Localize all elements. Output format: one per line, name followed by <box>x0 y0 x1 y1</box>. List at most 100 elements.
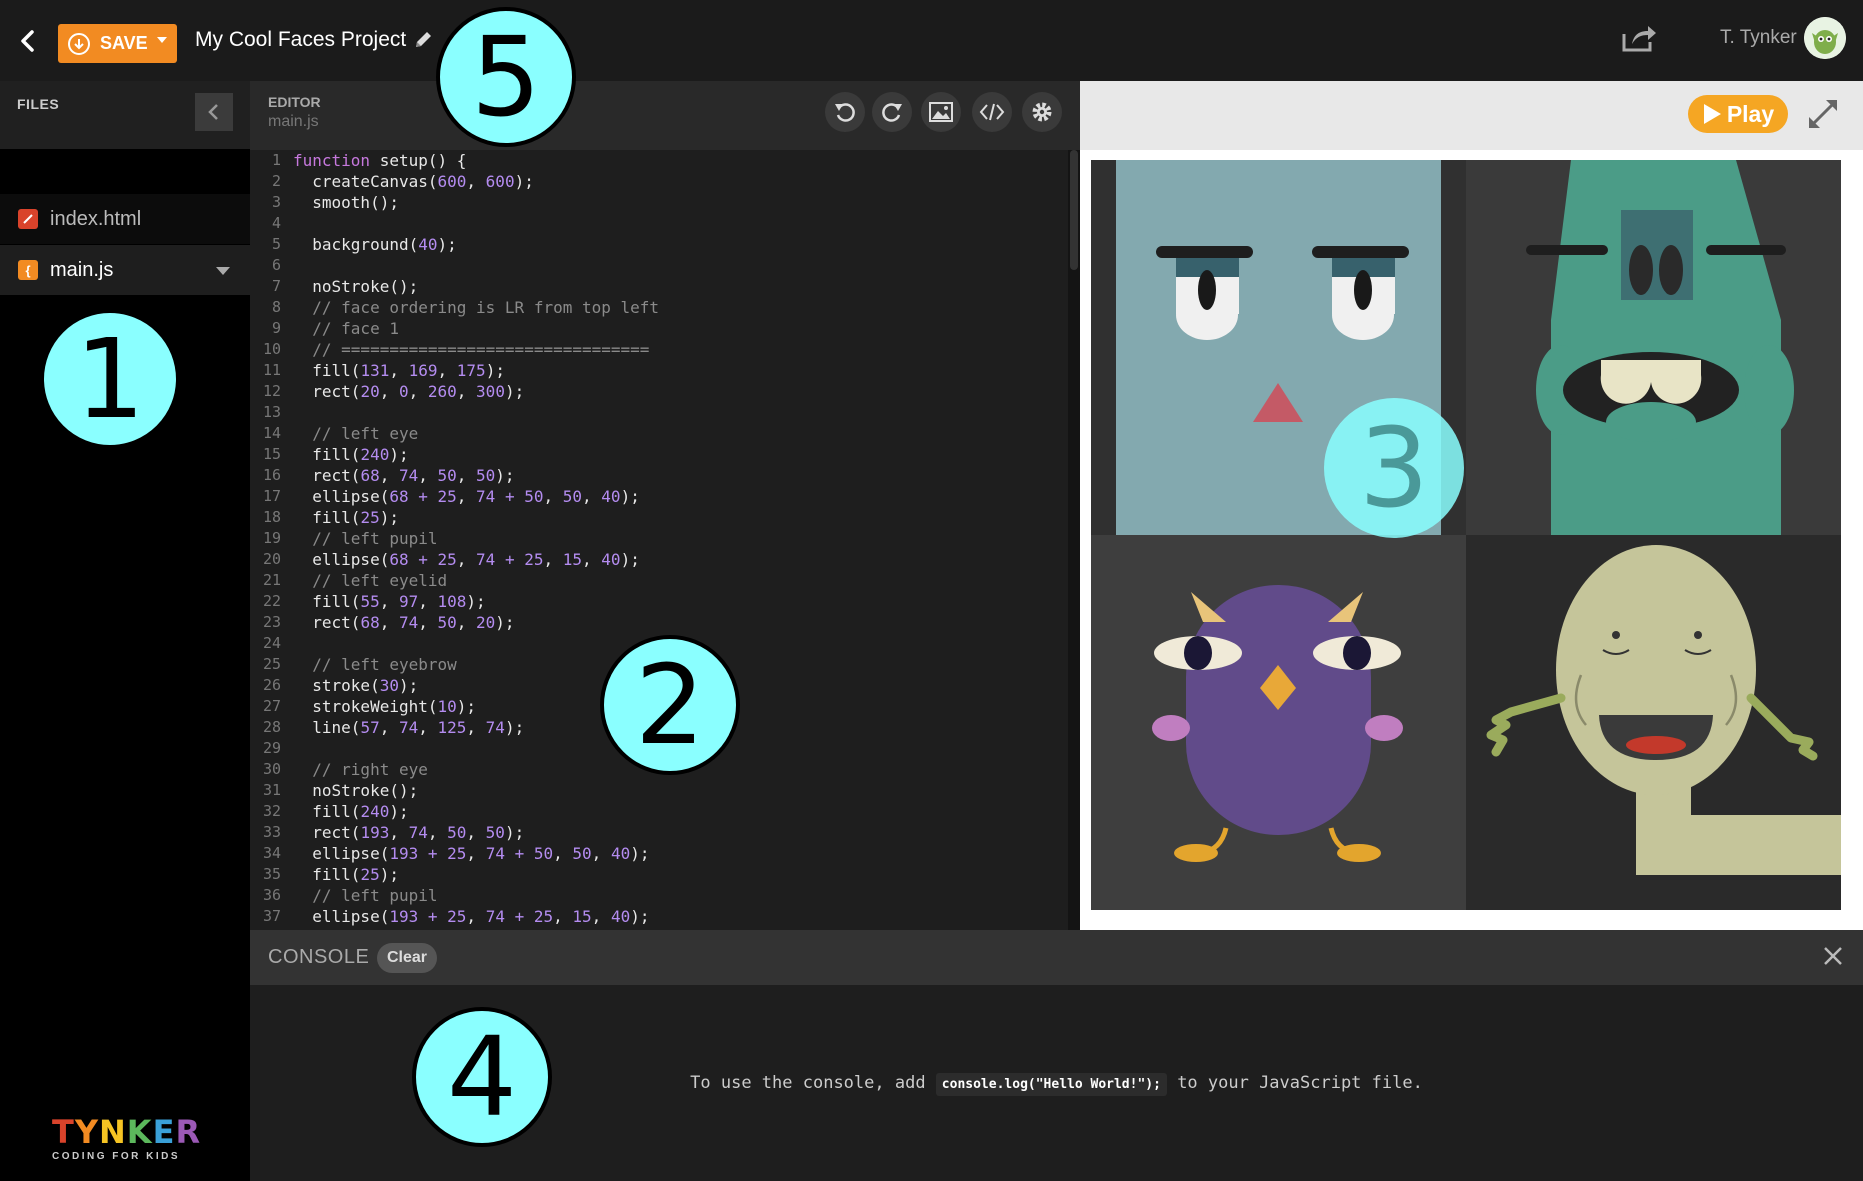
html-file-icon <box>18 209 38 229</box>
download-icon <box>68 32 90 55</box>
code-line[interactable]: 5 background(40); <box>250 234 1068 255</box>
code-line[interactable]: 23 rect(68, 74, 50, 20); <box>250 612 1068 633</box>
code-line[interactable]: 32 fill(240); <box>250 801 1068 822</box>
undo-icon[interactable] <box>825 92 865 132</box>
line-number: 28 <box>262 718 281 736</box>
code-text: fill(25); <box>293 508 399 527</box>
editor-scrollbar[interactable] <box>1068 150 1080 930</box>
marker-5: 5 <box>436 7 576 147</box>
clear-button[interactable]: Clear <box>377 943 437 973</box>
chevron-down-icon[interactable] <box>216 267 230 275</box>
code-line[interactable]: 14 // left eye <box>250 423 1068 444</box>
preview-panel: Play 3 <box>1080 81 1863 930</box>
code-line[interactable]: 1 function setup() { <box>250 150 1068 171</box>
line-number: 18 <box>262 508 281 526</box>
code-line[interactable]: 2 createCanvas(600, 600); <box>250 171 1068 192</box>
files-label: FILES <box>17 96 60 112</box>
sketch-canvas[interactable] <box>1091 160 1841 910</box>
line-number: 16 <box>262 466 281 484</box>
marker-2: 2 <box>600 635 740 775</box>
line-number: 32 <box>262 802 281 820</box>
code-line[interactable]: 35 fill(25); <box>250 864 1068 885</box>
line-number: 24 <box>262 634 281 652</box>
preview-header: Play <box>1080 81 1863 150</box>
save-button[interactable]: SAVE <box>58 24 177 63</box>
editor-label: EDITOR <box>268 94 321 110</box>
collapse-sidebar-button[interactable] <box>195 93 233 131</box>
gear-icon[interactable] <box>1022 92 1062 132</box>
editor-header: EDITOR main.js <box>250 81 1080 150</box>
code-line[interactable]: 37 ellipse(193 + 25, 74 + 25, 15, 40); <box>250 906 1068 927</box>
code-line[interactable]: 10 // ================================ <box>250 339 1068 360</box>
chevron-down-icon[interactable] <box>157 37 167 43</box>
marker-4: 4 <box>412 1007 552 1147</box>
line-number: 2 <box>271 172 281 190</box>
code-text: rect(68, 74, 50, 50); <box>293 466 515 485</box>
line-number: 11 <box>262 361 281 379</box>
tynker-logo: TYNKER CODING FOR KIDS <box>52 1116 202 1176</box>
code-text: // left pupil <box>312 529 438 548</box>
file-name: main.js <box>50 258 114 281</box>
line-number: 34 <box>262 844 281 862</box>
pencil-icon[interactable] <box>412 29 434 51</box>
line-number: 10 <box>262 340 281 358</box>
code-line[interactable]: 4 <box>250 213 1068 234</box>
editor-filename: main.js <box>268 113 319 130</box>
play-button[interactable]: Play <box>1688 95 1788 133</box>
file-item-main-js[interactable]: { main.js <box>0 245 250 295</box>
code-line[interactable]: 7 noStroke(); <box>250 276 1068 297</box>
line-number: 7 <box>271 277 281 295</box>
share-icon[interactable] <box>1620 22 1658 54</box>
code-line[interactable]: 17 ellipse(68 + 25, 74 + 50, 50, 40); <box>250 486 1068 507</box>
code-line[interactable]: 18 fill(25); <box>250 507 1068 528</box>
code-text: // left eyelid <box>312 571 448 590</box>
code-text: smooth(); <box>293 193 399 212</box>
image-icon[interactable] <box>921 92 961 132</box>
code-view-icon[interactable] <box>972 92 1012 132</box>
line-number: 5 <box>271 235 281 253</box>
line-number: 25 <box>262 655 281 673</box>
line-number: 4 <box>271 214 281 232</box>
code-line[interactable]: 15 fill(240); <box>250 444 1068 465</box>
code-line[interactable]: 22 fill(55, 97, 108); <box>250 591 1068 612</box>
code-line[interactable]: 33 rect(193, 74, 50, 50); <box>250 822 1068 843</box>
code-text: rect(68, 74, 50, 20); <box>293 613 515 632</box>
code-line[interactable]: 11 fill(131, 169, 175); <box>250 360 1068 381</box>
code-line[interactable]: 6 <box>250 255 1068 276</box>
expand-icon[interactable] <box>1805 96 1841 132</box>
code-line[interactable]: 8 // face ordering is LR from top left <box>250 297 1068 318</box>
user-name[interactable]: T. Tynker <box>1720 27 1797 49</box>
line-number: 22 <box>262 592 281 610</box>
line-number: 6 <box>271 256 281 274</box>
code-line[interactable]: 34 ellipse(193 + 25, 74 + 50, 50, 40); <box>250 843 1068 864</box>
code-line[interactable]: 3 smooth(); <box>250 192 1068 213</box>
face-4 <box>1466 535 1841 910</box>
project-title[interactable]: My Cool Faces Project <box>195 28 406 52</box>
code-line[interactable]: 31 noStroke(); <box>250 780 1068 801</box>
avatar[interactable] <box>1804 17 1846 59</box>
code-line[interactable]: 36 // left pupil <box>250 885 1068 906</box>
code-line[interactable]: 9 // face 1 <box>250 318 1068 339</box>
code-line[interactable]: 20 ellipse(68 + 25, 74 + 25, 15, 40); <box>250 549 1068 570</box>
code-line[interactable]: 21 // left eyelid <box>250 570 1068 591</box>
scroll-thumb[interactable] <box>1070 150 1078 270</box>
code-text: // face ordering is LR from top left <box>312 298 660 317</box>
line-number: 20 <box>262 550 281 568</box>
console-message-before: To use the console, add <box>690 1073 936 1093</box>
code-line[interactable]: 16 rect(68, 74, 50, 50); <box>250 465 1068 486</box>
back-arrow-icon[interactable] <box>14 26 40 56</box>
code-line[interactable]: 19 // left pupil <box>250 528 1068 549</box>
code-line[interactable]: 12 rect(20, 0, 260, 300); <box>250 381 1068 402</box>
code-text: createCanvas(600, 600); <box>293 172 534 191</box>
line-number: 21 <box>262 571 281 589</box>
face-2 <box>1466 160 1841 535</box>
line-number: 30 <box>262 760 281 778</box>
file-item-index-html[interactable]: index.html <box>0 194 250 244</box>
files-header: FILES <box>0 81 250 149</box>
redo-icon[interactable] <box>872 92 912 132</box>
code-area[interactable]: 1 function setup() {2 createCanvas(600, 6… <box>250 150 1068 930</box>
code-text: // left eyebrow <box>312 655 457 674</box>
close-icon[interactable] <box>1820 943 1846 969</box>
save-label: SAVE <box>100 33 148 53</box>
code-line[interactable]: 13 <box>250 402 1068 423</box>
